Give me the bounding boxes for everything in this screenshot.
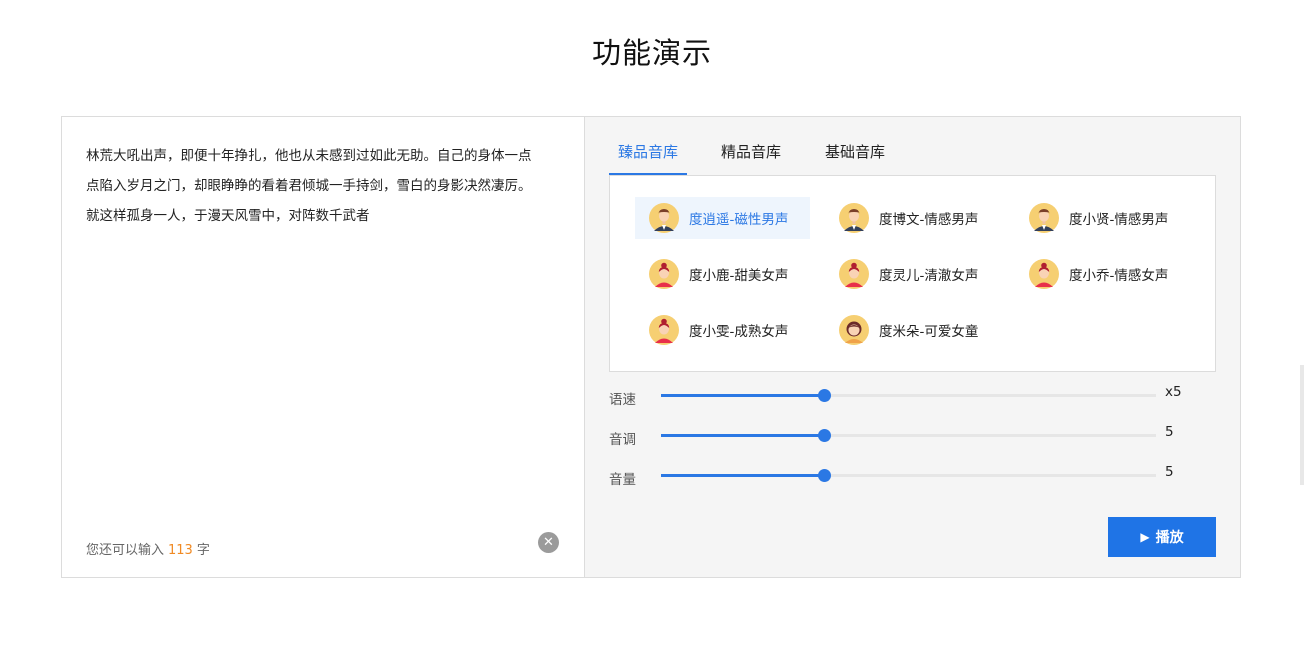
text-content[interactable]: 林荒大吼出声，即便十年挣扎，他也从未感到过如此无助。自己的身体一点 点陷入岁月之…: [86, 141, 556, 231]
demo-panel: 林荒大吼出声，即便十年挣扎，他也从未感到过如此无助。自己的身体一点 点陷入岁月之…: [61, 116, 1241, 578]
avatar-icon: [649, 315, 679, 345]
play-icon: ▶: [1140, 530, 1150, 544]
char-counter: 您还可以输入 113 字: [86, 539, 210, 558]
avatar-icon: [1029, 203, 1059, 233]
counter-value: 113: [168, 543, 193, 558]
voice-label: 度小贤-情感男声: [1069, 212, 1169, 228]
counter-suffix: 字: [196, 543, 210, 558]
voice-option[interactable]: 度逍遥-磁性男声: [635, 197, 810, 239]
text-line: 林荒大吼出声，即便十年挣扎，他也从未感到过如此无助。自己的身体一点: [86, 148, 532, 164]
counter-prefix: 您还可以输入: [86, 543, 165, 558]
page-title: 功能演示: [591, 36, 712, 70]
voice-label: 度逍遥-磁性男声: [689, 212, 789, 228]
slider-fill: [661, 434, 824, 437]
close-icon: ✕: [543, 535, 554, 550]
play-button[interactable]: ▶ 播放: [1108, 517, 1216, 557]
voice-label: 度小乔-情感女声: [1069, 268, 1169, 284]
avatar-icon: [839, 259, 869, 289]
slider-track[interactable]: [661, 469, 1156, 482]
tab-basic-library[interactable]: 基础音库: [825, 139, 885, 173]
slider-label: 音量: [609, 472, 636, 488]
avatar-icon: [649, 203, 679, 233]
voice-label: 度博文-情感男声: [879, 212, 979, 228]
voice-option[interactable]: 度灵儿-清澈女声: [825, 253, 1000, 295]
slider-row: 语速 x5: [609, 384, 1209, 408]
voice-option[interactable]: 度米朵-可爱女童: [825, 309, 1000, 351]
slider-value: x5: [1165, 384, 1182, 400]
voice-label: 度小鹿-甜美女声: [689, 268, 789, 284]
clear-text-button[interactable]: ✕: [538, 532, 559, 553]
tab-premium-library[interactable]: 臻品音库: [609, 139, 688, 175]
slider-value: 5: [1165, 464, 1174, 480]
voice-option[interactable]: 度小乔-情感女声: [1015, 253, 1190, 295]
voice-option[interactable]: 度博文-情感男声: [825, 197, 1000, 239]
voice-label: 度米朵-可爱女童: [879, 324, 979, 340]
voice-list: 度逍遥-磁性男声 度博文-情感男声 度小贤-情感男声度小鹿-甜美女声 度灵儿-清澈女声…: [609, 175, 1216, 372]
slider-row: 音量 5: [609, 464, 1209, 488]
avatar-icon: [839, 203, 869, 233]
play-label: 播放: [1155, 530, 1184, 546]
text-input-area[interactable]: 林荒大吼出声，即便十年挣扎，他也从未感到过如此无助。自己的身体一点 点陷入岁月之…: [62, 117, 585, 577]
slider-row: 音调 5: [609, 424, 1209, 448]
voice-label: 度灵儿-清澈女声: [879, 268, 979, 284]
tab-quality-library[interactable]: 精品音库: [721, 139, 781, 173]
slider-handle[interactable]: [818, 469, 831, 482]
text-line: 点陷入岁月之门，却眼睁睁的看着君倾城一手持剑，雪白的身影决然凄厉。: [86, 178, 532, 194]
slider-fill: [661, 394, 824, 397]
avatar-icon: [1029, 259, 1059, 289]
slider-handle[interactable]: [818, 429, 831, 442]
slider-handle[interactable]: [818, 389, 831, 402]
voice-option[interactable]: 度小贤-情感男声: [1015, 197, 1190, 239]
voice-library-tabs: 臻品音库 精品音库 基础音库: [609, 139, 1216, 175]
slider-label: 语速: [609, 392, 636, 408]
avatar-icon: [839, 315, 869, 345]
slider-value: 5: [1165, 424, 1174, 440]
voice-option[interactable]: 度小鹿-甜美女声: [635, 253, 810, 295]
voice-option[interactable]: 度小雯-成熟女声: [635, 309, 810, 351]
text-line: 就这样孤身一人，于漫天风雪中，对阵数千武者: [86, 208, 370, 224]
voice-label: 度小雯-成熟女声: [689, 324, 789, 340]
settings-area: 臻品音库 精品音库 基础音库 度逍遥-磁性男声 度博文-情感男声 度小贤-情感男声度…: [585, 117, 1240, 577]
slider-label: 音调: [609, 432, 636, 448]
slider-track[interactable]: [661, 389, 1156, 402]
page-scrollbar[interactable]: [1300, 365, 1304, 485]
slider-track[interactable]: [661, 429, 1156, 442]
slider-fill: [661, 474, 824, 477]
avatar-icon: [649, 259, 679, 289]
